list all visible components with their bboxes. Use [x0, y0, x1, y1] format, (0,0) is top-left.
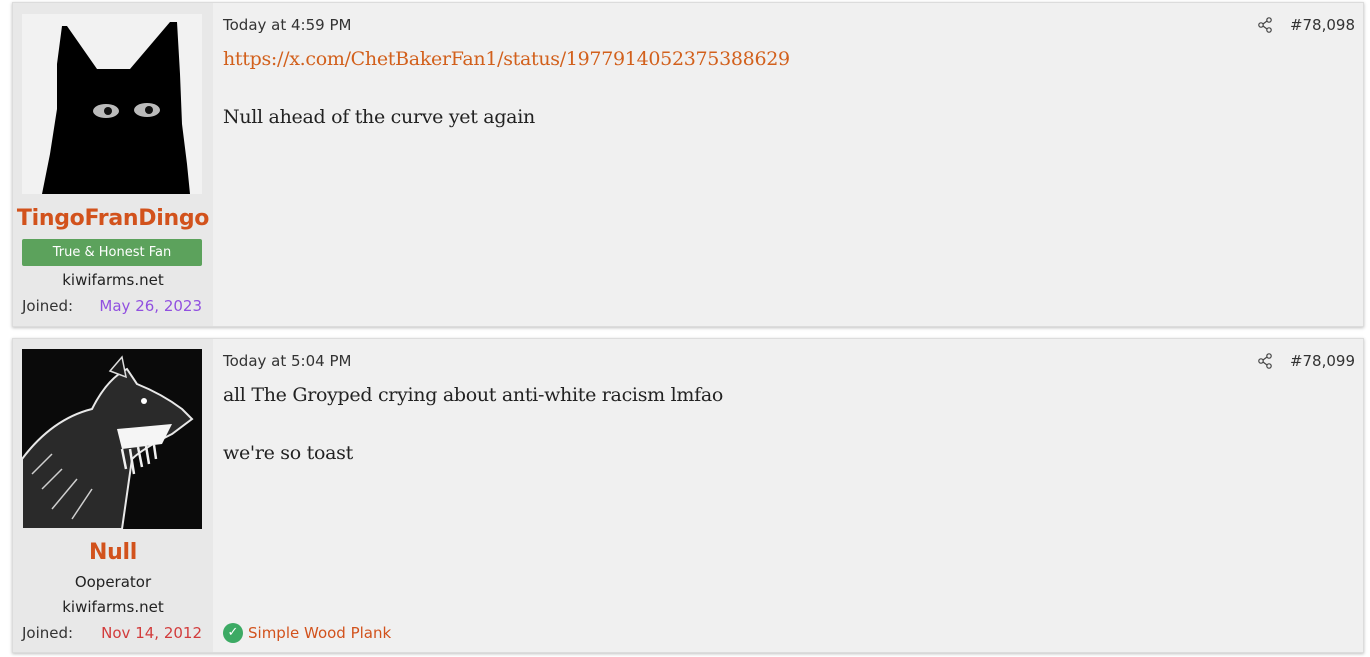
post-number[interactable]: #78,099: [1290, 352, 1355, 370]
post-actions: #78,098: [1257, 16, 1355, 34]
post: Null Ooperator kiwifarms.net Joined: Nov…: [12, 338, 1364, 653]
joined-row: Joined: Nov 14, 2012: [22, 624, 202, 642]
user-site: kiwifarms.net: [62, 271, 164, 289]
post-link[interactable]: https://x.com/ChetBakerFan1/status/19779…: [223, 48, 790, 70]
username[interactable]: TingoFranDingo: [13, 206, 213, 231]
joined-label: Joined:: [22, 297, 74, 315]
thread: TingoFranDingo True & Honest Fan kiwifar…: [0, 0, 1370, 657]
user-site: kiwifarms.net: [62, 598, 164, 616]
username[interactable]: Null: [13, 540, 213, 565]
user-banner: True & Honest Fan: [22, 239, 202, 266]
post-text: we're so toast: [223, 442, 353, 464]
share-icon[interactable]: [1257, 353, 1273, 369]
post-text: all The Groyped crying about anti-white …: [223, 384, 723, 406]
reaction-label[interactable]: Simple Wood Plank: [248, 624, 391, 642]
joined-date: Nov 14, 2012: [101, 624, 202, 642]
share-icon[interactable]: [1257, 17, 1273, 33]
user-title: Ooperator: [74, 573, 152, 591]
user-info: Null Ooperator kiwifarms.net Joined: Nov…: [13, 339, 213, 652]
joined-label: Joined:: [22, 624, 74, 642]
post-timestamp[interactable]: Today at 4:59 PM: [223, 16, 351, 34]
avatar[interactable]: [22, 349, 202, 529]
post: TingoFranDingo True & Honest Fan kiwifar…: [12, 2, 1364, 327]
joined-date: May 26, 2023: [99, 297, 202, 315]
post-text: Null ahead of the curve yet again: [223, 106, 535, 128]
post-number[interactable]: #78,098: [1290, 16, 1355, 34]
post-actions: #78,099: [1257, 352, 1355, 370]
avatar[interactable]: [22, 14, 202, 194]
post-timestamp[interactable]: Today at 5:04 PM: [223, 352, 351, 370]
user-info: TingoFranDingo True & Honest Fan kiwifar…: [13, 3, 213, 326]
check-circle-icon: ✓: [223, 623, 243, 643]
joined-row: Joined: May 26, 2023: [22, 297, 202, 315]
reactions-bar[interactable]: ✓ Simple Wood Plank: [223, 623, 391, 643]
